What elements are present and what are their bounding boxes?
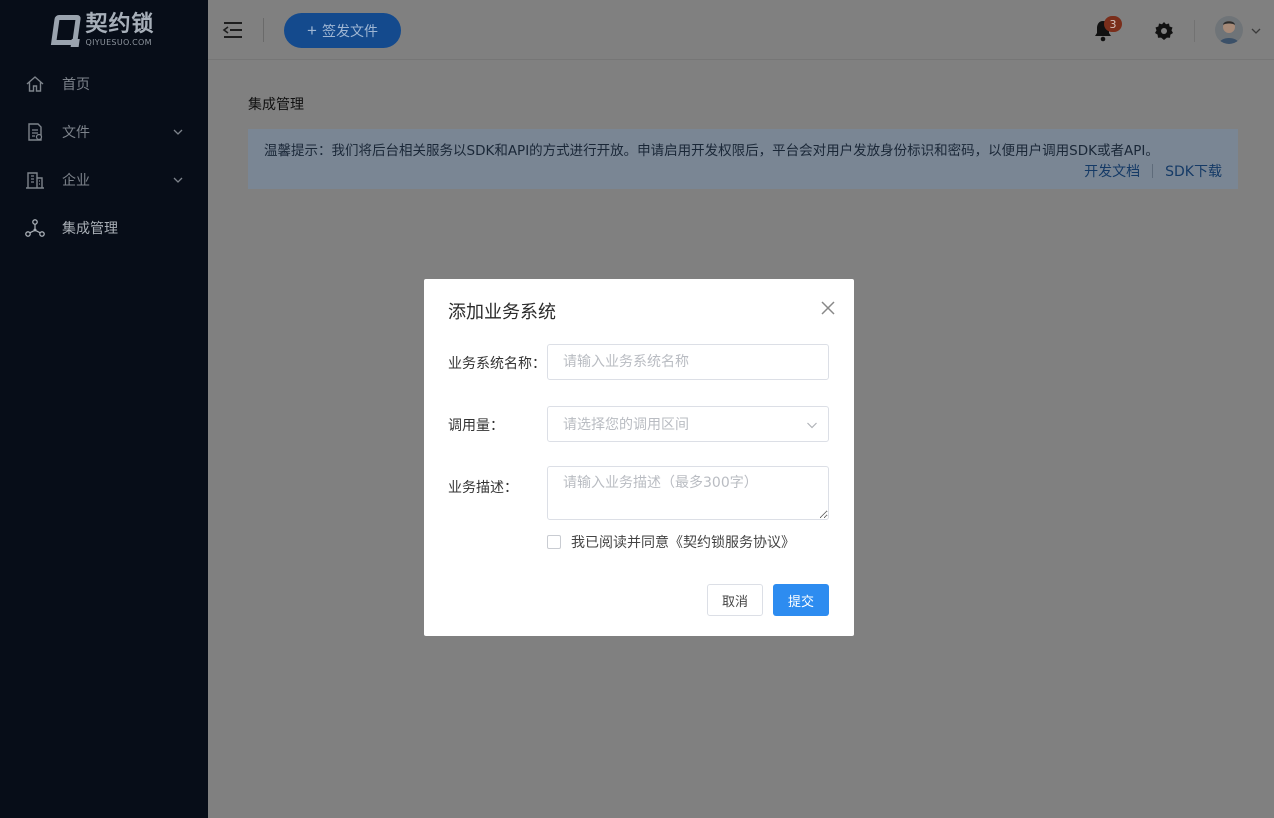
sidebar-item-label: 集成管理 (62, 221, 118, 237)
header-divider (1194, 20, 1195, 42)
sidebar-item-label: 企业 (62, 173, 90, 189)
agreement-checkbox[interactable] (547, 535, 561, 549)
link-divider (1152, 164, 1154, 178)
notice-banner: 温馨提示：我们将后台相关服务以SDK和API的方式进行开放。申请启用开发权限后，… (248, 129, 1238, 189)
call-volume-placeholder: 请选择您的调用区间 (563, 417, 689, 433)
avatar[interactable] (1215, 16, 1243, 44)
call-volume-label: 调用量： (448, 418, 504, 434)
logo[interactable]: 契约锁 QIYUESUO.COM (0, 0, 208, 60)
plus-icon: + (307, 20, 317, 40)
business-desc-label: 业务描述： (448, 480, 518, 496)
system-name-label: 业务系统名称： (448, 356, 546, 372)
notification-badge: 3 (1104, 16, 1122, 32)
logo-text: 契约锁 (85, 11, 155, 37)
sidebar: 契约锁 QIYUESUO.COM 首页 文件 企业 集成管理 (0, 0, 208, 818)
user-avatar-icon (1219, 21, 1239, 44)
top-header: + 签发文件 3 (208, 0, 1274, 60)
business-desc-textarea[interactable] (547, 466, 829, 520)
sidebar-item-label: 首页 (62, 77, 90, 93)
chevron-down-icon[interactable] (1251, 27, 1261, 35)
cancel-button[interactable]: 取消 (707, 584, 763, 616)
dev-docs-link[interactable]: 开发文档 (1084, 161, 1140, 181)
home-icon (24, 73, 46, 95)
chevron-down-icon (173, 177, 183, 183)
menu-collapse-icon[interactable] (222, 20, 244, 40)
logo-subtext: QIYUESUO.COM (85, 37, 152, 47)
building-icon (24, 169, 46, 191)
call-volume-select[interactable]: 请选择您的调用区间 (547, 406, 829, 442)
sidebar-item-label: 文件 (62, 125, 90, 141)
sidebar-item-file[interactable]: 文件 (0, 108, 208, 156)
sign-document-label: 签发文件 (321, 22, 378, 39)
sidebar-item-integration[interactable]: 集成管理 (0, 204, 208, 252)
page-title: 集成管理 (248, 97, 304, 113)
sign-document-button[interactable]: + 签发文件 (284, 13, 401, 48)
agreement-text[interactable]: 我已阅读并同意《契约锁服务协议》 (571, 532, 795, 552)
close-icon[interactable] (820, 300, 836, 316)
logo-mark-icon (51, 15, 82, 45)
submit-button[interactable]: 提交 (773, 584, 829, 616)
sdk-download-link[interactable]: SDK下载 (1165, 161, 1222, 181)
system-name-input[interactable] (547, 344, 829, 380)
notice-text: 温馨提示：我们将后台相关服务以SDK和API的方式进行开放。申请启用开发权限后，… (264, 143, 1159, 159)
gear-icon[interactable] (1154, 21, 1174, 41)
header-divider (263, 18, 264, 42)
chevron-down-icon (173, 129, 183, 135)
chevron-down-icon (807, 422, 817, 429)
agreement-row[interactable]: 我已阅读并同意《契约锁服务协议》 (547, 532, 795, 552)
file-icon (24, 121, 46, 143)
dialog-title: 添加业务系统 (448, 302, 556, 323)
sidebar-item-company[interactable]: 企业 (0, 156, 208, 204)
integration-icon (24, 217, 46, 239)
add-business-system-dialog: 添加业务系统 业务系统名称： 调用量： 请选择您的调用区间 业务描述： 我已阅读… (424, 279, 854, 636)
sidebar-item-home[interactable]: 首页 (0, 60, 208, 108)
